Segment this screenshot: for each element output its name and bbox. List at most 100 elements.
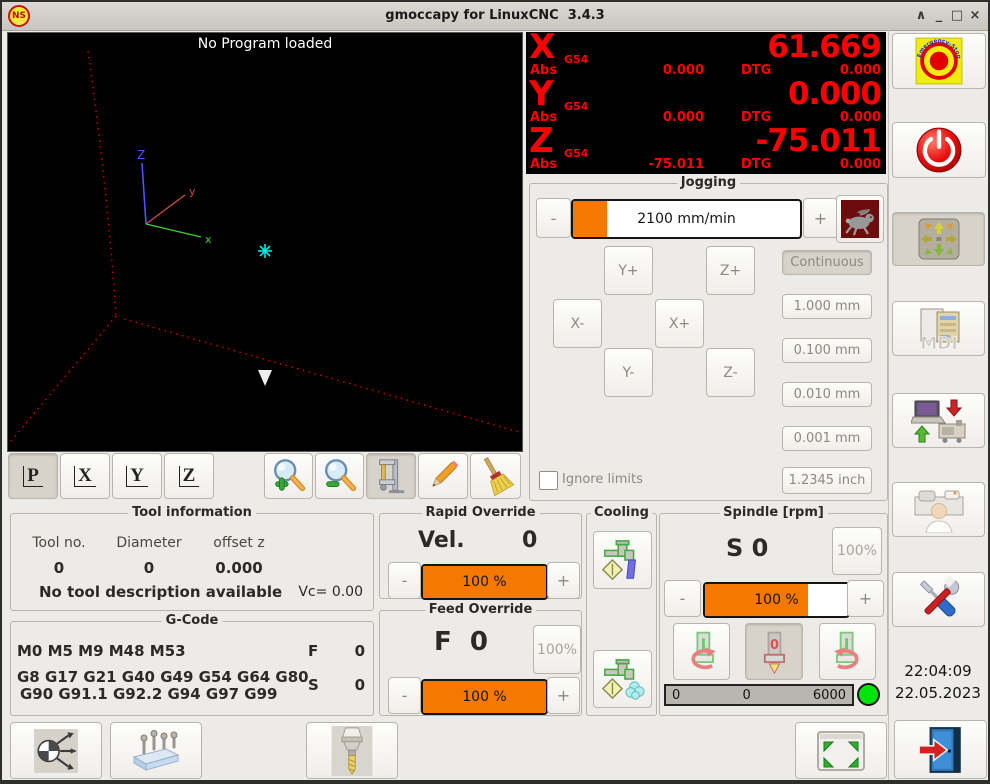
- active-gcodes-line1: G8 G17 G21 G40 G49 G54 G64 G80: [17, 668, 309, 686]
- feed-minus-button[interactable]: -: [388, 677, 421, 714]
- spindle-rpm-bar: 0 0 6000: [664, 684, 854, 706]
- dtg-label: DTG: [741, 63, 771, 78]
- feed-plus-button[interactable]: +: [547, 677, 580, 714]
- spindle-ccw-button[interactable]: [673, 623, 730, 680]
- dtg-label: DTG: [741, 157, 771, 172]
- draw-path-button[interactable]: [418, 453, 468, 499]
- maximize-icon[interactable]: □: [948, 2, 966, 30]
- spindle-plus-button[interactable]: +: [847, 580, 884, 617]
- mdi-mode-button[interactable]: MDI: [892, 301, 985, 356]
- shade-icon[interactable]: ∧: [912, 2, 930, 30]
- flood-coolant-button[interactable]: [593, 531, 652, 589]
- clear-preview-button[interactable]: [470, 453, 521, 499]
- feed-value: 0: [355, 642, 365, 660]
- coord-system: G54: [564, 147, 588, 160]
- feed-override-slider[interactable]: 100 %: [421, 679, 548, 715]
- rpm-current: 0: [742, 688, 750, 703]
- sidebar-divider: [888, 30, 889, 781]
- jog-z-plus-button[interactable]: Z+: [706, 246, 755, 295]
- close-icon[interactable]: ×: [966, 2, 984, 30]
- dro-row-y: Y G54 0.000 Abs 0.000 DTG 0.000: [526, 79, 886, 126]
- gremlin-preview[interactable]: No Program loaded Z y x: [7, 32, 523, 452]
- title-bar[interactable]: NS gmoccapy for LinuxCNC 3.4.3 ∧ _ □ ×: [2, 2, 988, 31]
- view-z-button[interactable]: Z: [164, 453, 214, 499]
- axis-letter: X: [529, 27, 555, 67]
- spindle-stop-zero: 0: [770, 638, 779, 653]
- ignore-limits-checkbox[interactable]: [539, 471, 558, 490]
- operator-icon: [911, 487, 967, 533]
- spindle-percent: 100 %: [705, 584, 848, 616]
- estop-button[interactable]: Emergency-Stop: [892, 33, 986, 89]
- spindle-reset-button[interactable]: 100%: [832, 527, 882, 575]
- touch-off-button[interactable]: [10, 722, 102, 779]
- axis-letter: Z: [529, 121, 554, 161]
- feed-override-title: Feed Override: [425, 602, 537, 617]
- rpm-max: 6000: [813, 688, 846, 703]
- tool-no-header: Tool no.: [19, 535, 99, 551]
- tool-holder-icon: [331, 726, 373, 776]
- mist-coolant-button[interactable]: [593, 650, 652, 708]
- jog-y-minus-button[interactable]: Y-: [604, 348, 653, 397]
- rapid-minus-button[interactable]: -: [388, 562, 421, 599]
- spindle-left-icon: [679, 629, 725, 675]
- setup-user-button[interactable]: [892, 482, 985, 537]
- abs-value: 0.000: [626, 110, 704, 125]
- jog-x-plus-button[interactable]: X+: [655, 299, 704, 348]
- axis-value: 0.000: [788, 76, 881, 112]
- jogging-frame: Jogging - 2100 mm/min + Y+ Z+ X- X+ Y- Z…: [529, 183, 888, 501]
- zoom-in-button[interactable]: [264, 453, 313, 499]
- feed-reset-button[interactable]: 100%: [533, 625, 581, 674]
- jog-z-minus-button[interactable]: Z-: [706, 348, 755, 397]
- jog-y-plus-button[interactable]: Y+: [604, 246, 653, 295]
- fullscreen-button[interactable]: [795, 722, 887, 779]
- tool-dimensions-button[interactable]: [366, 453, 416, 499]
- rapid-plus-button[interactable]: +: [547, 562, 580, 599]
- view-perspective-button[interactable]: P: [8, 453, 58, 499]
- abs-value: 0.000: [626, 63, 704, 78]
- spindle-stop-icon: 0: [751, 629, 797, 675]
- settings-button[interactable]: [892, 572, 985, 627]
- increment-continuous-button[interactable]: Continuous: [782, 250, 872, 275]
- increment-0001mm-button[interactable]: 0.001 mm: [782, 426, 872, 451]
- jog-x-minus-button[interactable]: X-: [553, 299, 602, 348]
- rapid-override-slider[interactable]: 100 %: [421, 564, 548, 600]
- jogging-title: Jogging: [677, 175, 740, 190]
- preview-canvas: Z y x: [8, 33, 522, 451]
- gmoccapy-window: NS gmoccapy for LinuxCNC 3.4.3 ∧ _ □ × N…: [0, 0, 990, 784]
- increment-01mm-button[interactable]: 0.100 mm: [782, 338, 872, 363]
- feed-label: F 0: [434, 627, 488, 657]
- coord-system: G54: [564, 100, 588, 113]
- axis-value: -75.011: [756, 123, 882, 159]
- exit-button[interactable]: [894, 720, 987, 779]
- jog-speed-plus-button[interactable]: +: [803, 198, 838, 238]
- zoom-out-button[interactable]: [315, 453, 364, 499]
- view-x-button[interactable]: X: [60, 453, 110, 499]
- spindle-override-slider[interactable]: 100 %: [703, 582, 850, 618]
- tool-description: No tool description available: [39, 583, 282, 601]
- jog-speed-slider[interactable]: 2100 mm/min: [571, 199, 802, 239]
- manual-mode-button[interactable]: [892, 212, 985, 266]
- view-y-button[interactable]: Y: [112, 453, 162, 499]
- spindle-minus-button[interactable]: -: [664, 580, 701, 617]
- spindle-right-icon: [825, 629, 871, 675]
- jog-pad-icon: [913, 216, 965, 262]
- touch-plate-button[interactable]: [110, 722, 202, 779]
- touch-off-icon: [32, 727, 80, 775]
- vel-label: Vel.: [418, 528, 465, 553]
- increment-001mm-button[interactable]: 0.010 mm: [782, 382, 872, 407]
- dro-panel[interactable]: X G54 61.669 Abs 0.000 DTG 0.000 Y G54 0…: [526, 32, 886, 174]
- rabbit-icon: [841, 200, 879, 238]
- tool-measure-button[interactable]: [306, 722, 398, 779]
- auto-mode-button[interactable]: [892, 393, 985, 448]
- spindle-cw-button[interactable]: [819, 623, 876, 680]
- fullscreen-icon: [816, 730, 866, 772]
- jog-speed-minus-button[interactable]: -: [536, 198, 571, 238]
- spindle-stop-button[interactable]: 0: [745, 623, 803, 680]
- turtle-rabbit-toggle-button[interactable]: [836, 195, 884, 243]
- minimize-icon[interactable]: _: [930, 2, 948, 30]
- increment-1mm-button[interactable]: 1.000 mm: [782, 294, 872, 319]
- increment-inch-button[interactable]: 1.2345 inch: [782, 467, 872, 494]
- rpm-min: 0: [672, 688, 680, 703]
- rapid-override-title: Rapid Override: [421, 505, 539, 520]
- machine-on-button[interactable]: [892, 122, 986, 178]
